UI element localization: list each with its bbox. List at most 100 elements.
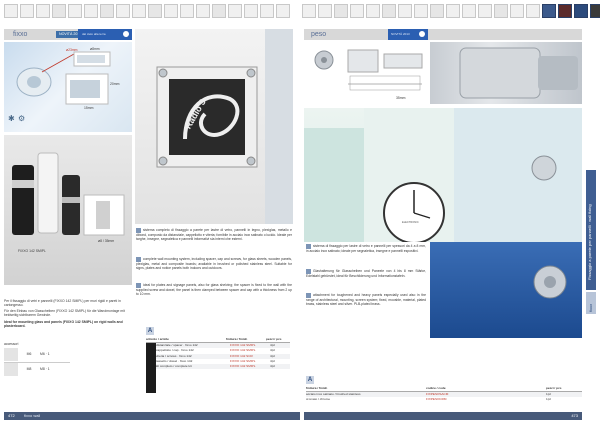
accessory-thumbnail	[4, 363, 18, 376]
catalog-thumbnail[interactable]	[276, 4, 290, 18]
catalog-thumbnail[interactable]	[462, 4, 476, 18]
catalog-thumbnail[interactable]	[36, 4, 50, 18]
catalog-thumbnail[interactable]	[590, 4, 600, 18]
accessory-thumbnail	[4, 348, 18, 361]
catalog-thumbnail[interactable]	[318, 4, 332, 18]
catalog-thumbnail[interactable]	[574, 4, 588, 18]
accessory-value: M8 · 1	[40, 367, 50, 371]
table-row: kit completo / complete kit FIXXO 142 SMI…	[156, 363, 290, 370]
catalog-thumbnail[interactable]	[302, 4, 316, 18]
paragraph-english-2: ideal for plates and signage panels, als…	[136, 283, 292, 297]
catalog-thumbnail[interactable]	[100, 4, 114, 18]
page-number: 473	[571, 413, 578, 418]
table-cell: 1pz	[546, 397, 551, 402]
catalog-thumbnail[interactable]	[196, 4, 210, 18]
vertical-tab-top[interactable]: fixxo	[586, 292, 596, 314]
accessory-row: M8 M8 · 1	[4, 363, 70, 377]
tab-label: Fissaggio a parete per pannelli · wall f…	[587, 204, 592, 280]
catalog-thumbnail[interactable]	[494, 4, 508, 18]
accessory-value: M6 · 1	[40, 352, 50, 356]
accessory-code: M6	[26, 352, 32, 356]
catalog-thumbnail[interactable]	[414, 4, 428, 18]
paragraph-italian: sistema di fissaggio per lastre di vetro…	[306, 244, 426, 253]
dimension-label: 20mm	[110, 82, 120, 86]
new-badge: NOVITÀ 2013	[391, 32, 410, 36]
catalog-thumbnail[interactable]	[446, 4, 460, 18]
dimension-label: ø23mm	[66, 48, 78, 52]
table-header-cell: codice / code	[426, 386, 446, 390]
catalog-thumbnail[interactable]	[366, 4, 380, 18]
paragraph-text: sistema di fissaggio per lastre di vetro…	[306, 244, 426, 253]
catalog-thumbnail[interactable]	[20, 4, 34, 18]
catalog-thumbnail[interactable]	[212, 4, 226, 18]
catalog-thumbnail[interactable]	[526, 4, 540, 18]
catalog-thumbnail[interactable]	[398, 4, 412, 18]
page-number: 472	[8, 413, 15, 418]
catalog-thumbnail[interactable]	[148, 4, 162, 18]
vertical-section-tab[interactable]: Fissaggio a parete per pannelli · wall f…	[586, 170, 596, 290]
accessory-row: M6 M6 · 1	[4, 348, 70, 363]
catalog-thumbnail[interactable]	[510, 4, 524, 18]
catalog-thumbnail[interactable]	[116, 4, 130, 18]
catalog-thumbnail[interactable]	[4, 4, 18, 18]
right-corner-box: NOVITÀ 2013	[388, 29, 428, 40]
product-drawing: 35mm	[304, 42, 429, 104]
paragraph-german: Glashalterung für Glasscheiben und Panee…	[306, 269, 426, 278]
product-swatch	[146, 343, 156, 394]
office-photo: ELECTRONIC	[304, 108, 582, 242]
right-thumbnail-strip	[302, 4, 600, 20]
catalog-thumbnail[interactable]	[558, 4, 572, 18]
catalog-thumbnail[interactable]	[164, 4, 178, 18]
product-detail-photo: ø23mm ø8mm 20mm 15mm ✱ ⚙	[4, 42, 132, 132]
catalog-thumbnail[interactable]	[244, 4, 258, 18]
dimension-label: 35mm	[396, 96, 406, 100]
catalog-thumbnail[interactable]	[382, 4, 396, 18]
dimension-label: ø8 / 35mm	[98, 239, 115, 243]
catalog-thumbnail[interactable]	[350, 4, 364, 18]
catalog-thumbnail[interactable]	[260, 4, 274, 18]
paragraph-text: complete wall mounting system, including…	[136, 257, 292, 271]
sign-photo: Radio 3	[135, 29, 293, 224]
paragraph-english: attachment for toughened and heavy panel…	[306, 293, 426, 307]
caption-italian: Per il fissaggio di vetri e pannelli (FI…	[4, 299, 121, 308]
catalog-thumbnail[interactable]	[68, 4, 82, 18]
table-header-cell: finitura / finish	[306, 386, 328, 390]
catalog-thumbnail[interactable]	[84, 4, 98, 18]
accessories-label: accessori	[4, 342, 19, 346]
right-footer-bar: 473	[304, 412, 582, 420]
wrench-icon: ⚙	[18, 114, 26, 123]
table-header-cell: pezzi / pcs	[266, 337, 282, 341]
section-name: fixxo wall	[24, 413, 41, 418]
paragraph-text: sistema completo di fissaggio a parete p…	[136, 228, 292, 242]
right-header-bar: peso	[304, 29, 582, 40]
table-cell: FIXPESOCRM	[426, 397, 447, 402]
table-cell: cromato / chrome	[306, 397, 331, 402]
catalog-thumbnail[interactable]	[478, 4, 492, 18]
caption-english: Ideal for mounting glass and panels (FIX…	[4, 320, 123, 329]
accessories-table: M6 M6 · 1 M8 M8 · 1	[4, 348, 70, 376]
catalog-thumbnail[interactable]	[52, 4, 66, 18]
catalog-thumbnail[interactable]	[180, 4, 194, 18]
catalog-thumbnail[interactable]	[334, 4, 348, 18]
logo-icon	[123, 31, 129, 37]
spacers-photo: ø8 / 35mm FIXXO 142 SMIPL	[4, 135, 132, 285]
glass-panel-photo	[430, 242, 582, 338]
product-photo	[430, 42, 582, 104]
paragraph-text: ideal for plates and signage panels, als…	[136, 283, 292, 297]
page-title: fixxo	[13, 31, 28, 38]
dimension-label: 15mm	[84, 106, 94, 110]
product-code-label: FIXXO 142 SMIPL	[18, 249, 46, 253]
catalog-thumbnail-selected[interactable]	[542, 4, 556, 18]
catalog-thumbnail[interactable]	[132, 4, 146, 18]
section-letter: A	[306, 376, 314, 384]
table-header-cell: articolo / article	[146, 337, 169, 341]
left-thumbnail-strip	[4, 4, 290, 20]
paragraph-italian: sistema completo di fissaggio a parete p…	[136, 228, 292, 242]
table-cell: kit completo / complete kit	[156, 363, 192, 368]
table-cell: 4pz	[270, 363, 275, 368]
page-title: peso	[311, 31, 327, 38]
table-header-cell: finitura / finish	[226, 337, 248, 341]
accessory-code: M8	[26, 367, 32, 371]
catalog-thumbnail[interactable]	[228, 4, 242, 18]
catalog-thumbnail[interactable]	[430, 4, 444, 18]
